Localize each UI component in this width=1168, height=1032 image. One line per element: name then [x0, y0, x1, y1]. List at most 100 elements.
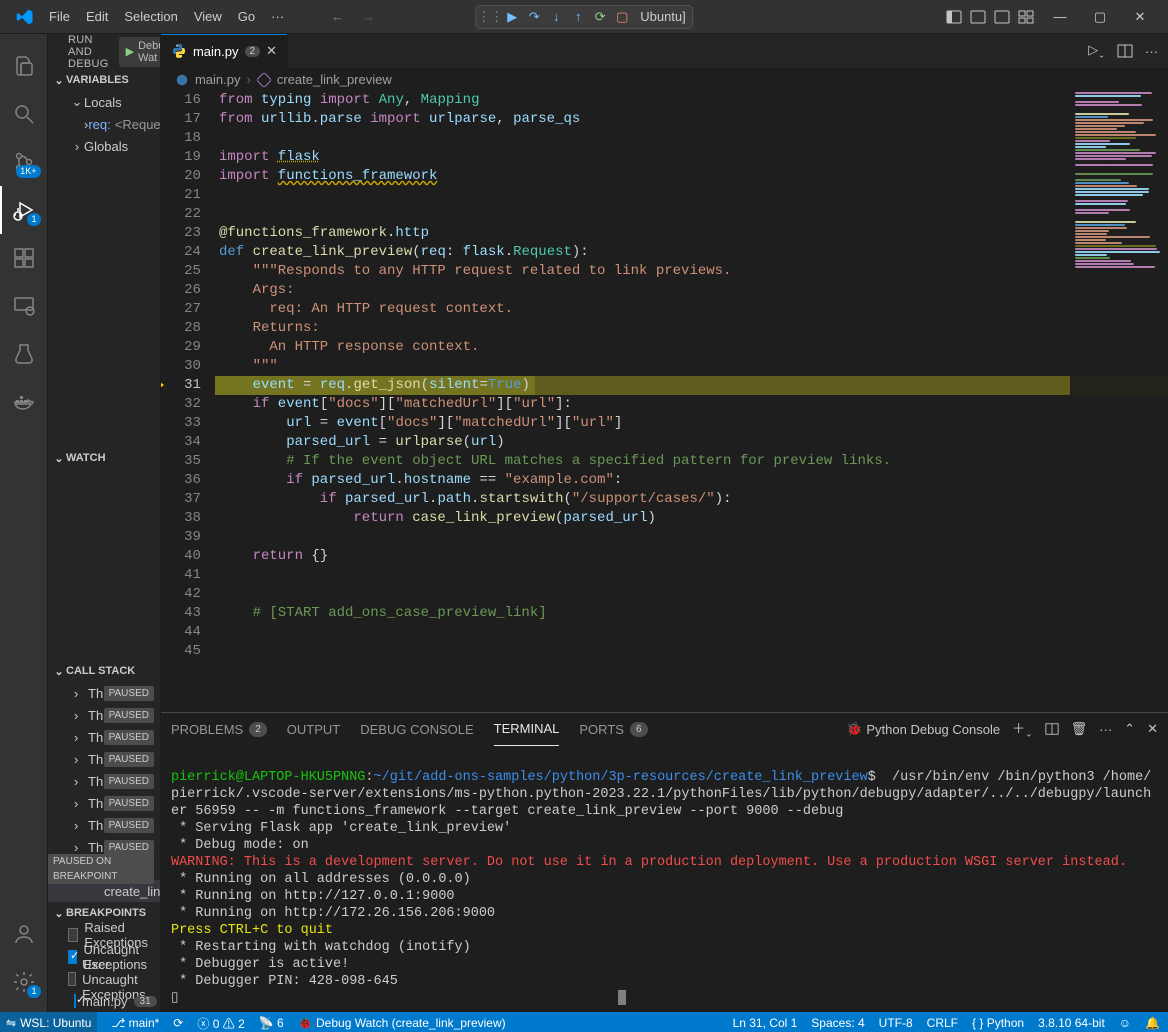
kill-terminal-icon[interactable]: 🗑	[1071, 721, 1088, 737]
tab-main-py[interactable]: main.py 2 ✕	[161, 34, 288, 68]
menu-view[interactable]: View	[187, 5, 229, 28]
editor-actions: ▷⌄ ···	[1078, 34, 1168, 68]
status-sync[interactable]: ⟳	[173, 1016, 183, 1030]
thread-row[interactable]: ⌄Thread-18PAUSED ON BREAKPOINT	[48, 858, 160, 880]
debug-stop-icon[interactable]: ▢	[614, 9, 630, 25]
editor-more-icon[interactable]: ···	[1145, 44, 1158, 59]
split-editor-icon[interactable]	[1117, 43, 1133, 59]
activity-search-icon[interactable]	[0, 90, 48, 138]
variable-req[interactable]: ›req:<Request 'http://charming-tro…	[48, 113, 160, 135]
terminal-content[interactable]: pierrick@LAPTOP-HKU5PNNG:~/git/add-ons-s…	[161, 746, 1168, 1030]
bp-user-uncaught[interactable]: User Uncaught Exceptions	[48, 968, 160, 990]
window-minimize-icon[interactable]: —	[1040, 0, 1080, 34]
bp-file[interactable]: main.py31	[48, 990, 160, 1012]
section-variables[interactable]: ⌄VARIABLES	[48, 69, 160, 91]
debug-step-over-icon[interactable]: ↷	[526, 9, 542, 25]
status-ports[interactable]: 📡 6	[259, 1016, 284, 1030]
thread-row[interactable]: ›Thread-16PAUSED	[48, 814, 160, 836]
status-branch[interactable]: ⎇ main*	[111, 1016, 159, 1030]
tab-ports[interactable]: PORTS6	[579, 713, 647, 746]
menu-more[interactable]: ···	[264, 5, 291, 28]
checkbox[interactable]	[74, 994, 76, 1008]
minimap[interactable]	[1070, 91, 1168, 712]
activity-explorer-icon[interactable]	[0, 42, 48, 90]
activity-docker-icon[interactable]	[0, 378, 48, 426]
activity-debug-icon[interactable]: 1	[0, 186, 48, 234]
status-eol[interactable]: CRLF	[927, 1016, 958, 1030]
split-terminal-icon[interactable]	[1045, 722, 1059, 736]
thread-row[interactable]: ›Thread-11PAUSED	[48, 704, 160, 726]
status-python[interactable]: 3.8.10 64-bit	[1038, 1016, 1105, 1030]
editor-area: main.py 2 ✕ ▷⌄ ··· main.py › create_link…	[161, 34, 1168, 1012]
status-language[interactable]: { } Python	[972, 1016, 1024, 1030]
close-tab-icon[interactable]: ✕	[266, 43, 277, 59]
checkbox[interactable]	[68, 972, 76, 986]
window-controls: — ▢ ✕	[1040, 0, 1160, 34]
thread-row[interactable]: ›Thread-17PAUSED	[48, 792, 160, 814]
run-file-icon[interactable]: ▷⌄	[1088, 42, 1105, 60]
menu-go[interactable]: Go	[231, 5, 262, 28]
tab-output[interactable]: OUTPUT	[287, 713, 340, 746]
status-problems[interactable]: ⓧ 0 ⚠ 2	[197, 1015, 244, 1032]
debug-drag-icon[interactable]: ⋮⋮	[482, 9, 498, 25]
activity-source-control-icon[interactable]: 1K+	[0, 138, 48, 186]
start-debug-icon[interactable]: ▶	[126, 45, 134, 58]
menu-file[interactable]: File	[42, 5, 77, 28]
layout-sidebar-left-icon[interactable]	[946, 9, 962, 25]
activity-testing-icon[interactable]	[0, 330, 48, 378]
layout-customize-icon[interactable]	[1018, 9, 1034, 25]
thread-row[interactable]: ›Thread-12PAUSED	[48, 770, 160, 792]
section-callstack[interactable]: ⌄CALL STACK	[48, 660, 160, 682]
debug-config-label: Debug Wat	[138, 40, 161, 64]
thread-row[interactable]: ›Thread-10PAUSED	[48, 726, 160, 748]
checkbox[interactable]	[68, 928, 78, 942]
activity-settings-icon[interactable]: 1	[0, 958, 48, 1006]
menu-edit[interactable]: Edit	[79, 5, 115, 28]
nav-forward-icon[interactable]: →	[362, 9, 375, 24]
activity-account-icon[interactable]	[0, 910, 48, 958]
status-encoding[interactable]: UTF-8	[879, 1016, 913, 1030]
chevron-right-icon: ›	[247, 72, 251, 87]
panel-more-icon[interactable]: ···	[1099, 722, 1112, 737]
activity-extensions-icon[interactable]	[0, 234, 48, 282]
section-watch[interactable]: ⌄WATCH	[48, 447, 160, 469]
layout-panel-icon[interactable]	[970, 9, 986, 25]
debug-step-into-icon[interactable]: ↓	[548, 9, 564, 25]
bp-line-badge: 31	[134, 996, 157, 1007]
status-spaces[interactable]: Spaces: 4	[811, 1016, 864, 1030]
tab-debug-console[interactable]: DEBUG CONSOLE	[360, 713, 473, 746]
editor[interactable]: 1617181920212223242526272829303132333435…	[161, 91, 1168, 712]
tab-terminal[interactable]: TERMINAL	[494, 713, 560, 746]
status-lncol[interactable]: Ln 31, Col 1	[733, 1016, 798, 1030]
layout-sidebar-right-icon[interactable]	[994, 9, 1010, 25]
debug-continue-icon[interactable]: ▶	[504, 9, 520, 25]
status-bell-icon[interactable]: 🔔	[1145, 1016, 1160, 1030]
activity-remote-icon[interactable]	[0, 282, 48, 330]
new-terminal-icon[interactable]: ＋⌄	[1012, 718, 1033, 740]
menu-selection[interactable]: Selection	[117, 5, 184, 28]
debug-config-select[interactable]: ▶ Debug Wat ⌄	[119, 37, 161, 67]
debug-toolbar[interactable]: ⋮⋮ ▶ ↷ ↓ ↑ ⟳ ▢ Ubuntu]	[475, 5, 693, 29]
status-remote[interactable]: ⇋WSL: Ubuntu	[0, 1012, 97, 1032]
editor-code[interactable]: from typing import Any, Mappingfrom urll…	[215, 91, 1168, 712]
debug-icon: 🐞 Python Debug Console	[846, 721, 1000, 737]
checkbox[interactable]	[68, 950, 77, 964]
window-close-icon[interactable]: ✕	[1120, 0, 1160, 34]
status-debug[interactable]: 🐞 Debug Watch (create_link_preview)	[298, 1016, 506, 1030]
debug-restart-icon[interactable]: ⟳	[592, 9, 608, 25]
thread-row[interactable]: ›Thread-8PAUSED	[48, 682, 160, 704]
variables-locals[interactable]: ⌄Locals	[48, 91, 160, 113]
tab-problems[interactable]: PROBLEMS2	[171, 713, 267, 746]
breadcrumb-file[interactable]: main.py	[195, 72, 241, 87]
nav-back-icon[interactable]: ←	[331, 9, 344, 24]
panel-maximize-icon[interactable]: ⌃	[1124, 721, 1135, 737]
breadcrumb[interactable]: main.py › create_link_preview	[161, 69, 1168, 91]
debug-step-out-icon[interactable]: ↑	[570, 9, 586, 25]
thread-row[interactable]: ›Thread-13PAUSED	[48, 748, 160, 770]
variables-globals[interactable]: ›Globals	[48, 135, 160, 157]
editor-gutter[interactable]: 1617181920212223242526272829303132333435…	[161, 91, 215, 712]
panel-close-icon[interactable]: ✕	[1147, 721, 1158, 737]
window-maximize-icon[interactable]: ▢	[1080, 0, 1120, 34]
breadcrumb-func[interactable]: create_link_preview	[277, 72, 392, 87]
status-feedback-icon[interactable]: ☺	[1119, 1016, 1131, 1030]
